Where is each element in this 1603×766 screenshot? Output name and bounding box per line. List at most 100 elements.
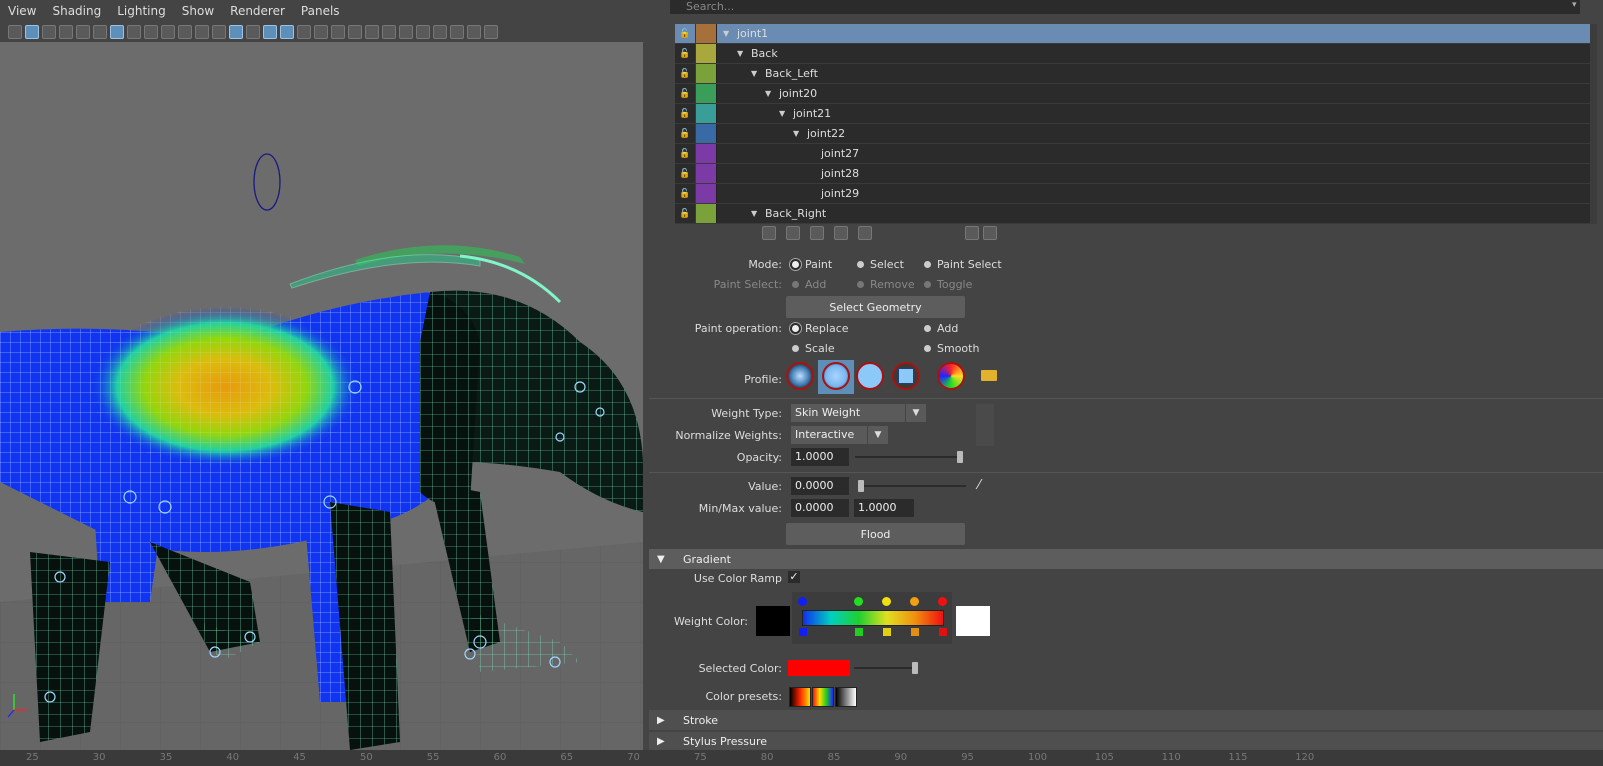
menu-renderer[interactable]: Renderer: [222, 4, 293, 18]
select-geometry-button[interactable]: Select Geometry: [786, 296, 965, 318]
ramp-stop-bottom[interactable]: [911, 628, 919, 636]
solid-brush-icon[interactable]: [856, 362, 884, 390]
show-influences-icon[interactable]: [858, 226, 872, 240]
menu-show[interactable]: Show: [174, 4, 222, 18]
max-value-field[interactable]: 1.0000: [854, 499, 914, 517]
lock-icon[interactable]: 🔓: [675, 124, 696, 143]
preset-grayscale-icon[interactable]: [835, 687, 857, 707]
camera-attributes-icon[interactable]: [25, 25, 39, 39]
selected-color-slider-handle[interactable]: [912, 662, 918, 674]
influence-row[interactable]: 🔓 ▼ Back: [675, 44, 1597, 64]
expand-arrow-icon[interactable]: ▼: [723, 29, 733, 38]
weight-type-dropdown[interactable]: Skin Weight: [791, 404, 905, 422]
mode-select-radio[interactable]: Select: [857, 258, 904, 271]
lock-icon[interactable]: 🔓: [675, 164, 696, 183]
menu-panels[interactable]: Panels: [293, 4, 348, 18]
ramp-stop-top[interactable]: [938, 597, 947, 606]
time-slider-ruler[interactable]: 25 30 35 40 45 50 55 60 65 70 75 80 85 90 95 100 105 110 1…: [0, 750, 1603, 766]
influence-color-swatch[interactable]: [696, 164, 717, 183]
ramp-stop-top[interactable]: [854, 597, 863, 606]
influence-color-swatch[interactable]: [696, 104, 717, 123]
wireframe-on-shaded-icon[interactable]: [263, 25, 277, 39]
copy-panel-icon[interactable]: [450, 25, 464, 39]
image-plane-icon[interactable]: [59, 25, 73, 39]
gaussian-brush-icon[interactable]: [786, 362, 814, 390]
selected-color-swatch[interactable]: [788, 660, 850, 676]
op-smooth-radio[interactable]: Smooth: [924, 342, 979, 355]
ramp-stop-bottom[interactable]: [799, 628, 807, 636]
selected-color-slider-track[interactable]: [854, 667, 916, 669]
opacity-slider-handle[interactable]: [957, 451, 963, 463]
expand-arrow-icon[interactable]: ▼: [779, 109, 789, 118]
safe-title-icon[interactable]: [195, 25, 209, 39]
influence-row[interactable]: 🔓 joint29: [675, 184, 1597, 204]
lights-icon[interactable]: [297, 25, 311, 39]
motion-blur-icon[interactable]: [348, 25, 362, 39]
sort-hierarchy-icon[interactable]: [983, 226, 997, 240]
ramp-stop-bottom[interactable]: [883, 628, 891, 636]
lock-icon[interactable]: 🔓: [675, 64, 696, 83]
value-slider-handle[interactable]: [858, 480, 864, 492]
resolution-icon[interactable]: [433, 25, 447, 39]
lock-icon[interactable]: 🔓: [675, 184, 696, 203]
op-scale-radio[interactable]: Scale: [792, 342, 835, 355]
square-brush-icon[interactable]: [892, 362, 920, 390]
weight-hammer-icon[interactable]: [810, 226, 824, 240]
ramp-stop-top[interactable]: [882, 597, 891, 606]
influence-tree[interactable]: 🔓 ▼ joint1 🔓 ▼ Back 🔓 ▼ Back_Left 🔓 ▼ joint20 🔓 ▼ join…: [675, 24, 1597, 224]
influence-row[interactable]: 🔓 ▼ joint20: [675, 84, 1597, 104]
ramp-stop-bottom[interactable]: [939, 628, 947, 636]
stroke-section-header[interactable]: ▶ Stroke: [649, 710, 1603, 730]
use-color-ramp-checkbox[interactable]: ✓: [788, 571, 800, 583]
lock-icon[interactable]: 🔓: [675, 24, 696, 43]
grease-pencil-icon[interactable]: [76, 25, 90, 39]
ramp-stop-top[interactable]: [798, 597, 807, 606]
opacity-slider-track[interactable]: [855, 456, 963, 458]
copy-weights-icon[interactable]: [762, 226, 776, 240]
influence-color-swatch[interactable]: [696, 144, 717, 163]
influence-row[interactable]: 🔓 joint28: [675, 164, 1597, 184]
lock-icon[interactable]: 🔓: [675, 204, 696, 223]
select-icon[interactable]: [416, 25, 430, 39]
mode-paint-radio[interactable]: Paint: [792, 258, 832, 271]
paste-weights-icon[interactable]: [786, 226, 800, 240]
influence-color-swatch[interactable]: [696, 184, 717, 203]
min-value-field[interactable]: 0.0000: [791, 499, 849, 517]
influence-row[interactable]: 🔓 ▼ joint22: [675, 124, 1597, 144]
lock-icon[interactable]: 🔓: [675, 144, 696, 163]
depth-of-field-icon[interactable]: [382, 25, 396, 39]
menu-shading[interactable]: Shading: [44, 4, 109, 18]
lock-icon[interactable]: 🔓: [675, 104, 696, 123]
expand-arrow-icon[interactable]: ▼: [751, 69, 761, 78]
film-gate-icon[interactable]: [110, 25, 124, 39]
grid-icon[interactable]: [93, 25, 107, 39]
weight-color-low-swatch[interactable]: [756, 606, 790, 636]
influence-color-swatch[interactable]: [696, 44, 717, 63]
expand-arrow-icon[interactable]: ▼: [793, 129, 803, 138]
creature-mesh-scene[interactable]: [0, 42, 643, 750]
image-brush-icon[interactable]: [937, 362, 965, 390]
bookmark-icon[interactable]: [42, 25, 56, 39]
value-slider-track[interactable]: [858, 485, 966, 487]
search-dropdown-icon[interactable]: ▾: [1572, 0, 1582, 14]
preset-rainbow-icon[interactable]: [812, 687, 834, 707]
ramp-stop-bottom[interactable]: [855, 628, 863, 636]
ramp-stop-top[interactable]: [910, 597, 919, 606]
expand-arrow-icon[interactable]: ▼: [765, 89, 775, 98]
search-input[interactable]: Search...: [670, 0, 1580, 14]
chevron-down-icon[interactable]: ▼: [906, 404, 926, 422]
smooth-shade-icon[interactable]: [229, 25, 243, 39]
gradient-section-header[interactable]: ▼ Gradient: [649, 549, 1603, 569]
tree-scrollbar[interactable]: [1590, 24, 1597, 224]
viewport-panel[interactable]: View Shading Lighting Show Renderer Pane…: [0, 0, 643, 750]
influence-color-swatch[interactable]: [696, 64, 717, 83]
influence-color-swatch[interactable]: [696, 124, 717, 143]
soft-brush-icon[interactable]: [822, 362, 850, 390]
chevron-down-icon[interactable]: ▼: [868, 426, 888, 444]
camera-icon[interactable]: [8, 25, 22, 39]
influence-color-swatch[interactable]: [696, 24, 717, 43]
folder-icon[interactable]: [981, 370, 997, 381]
lock-icon[interactable]: 🔓: [675, 84, 696, 103]
safe-action-icon[interactable]: [178, 25, 192, 39]
move-weights-icon[interactable]: [834, 226, 848, 240]
